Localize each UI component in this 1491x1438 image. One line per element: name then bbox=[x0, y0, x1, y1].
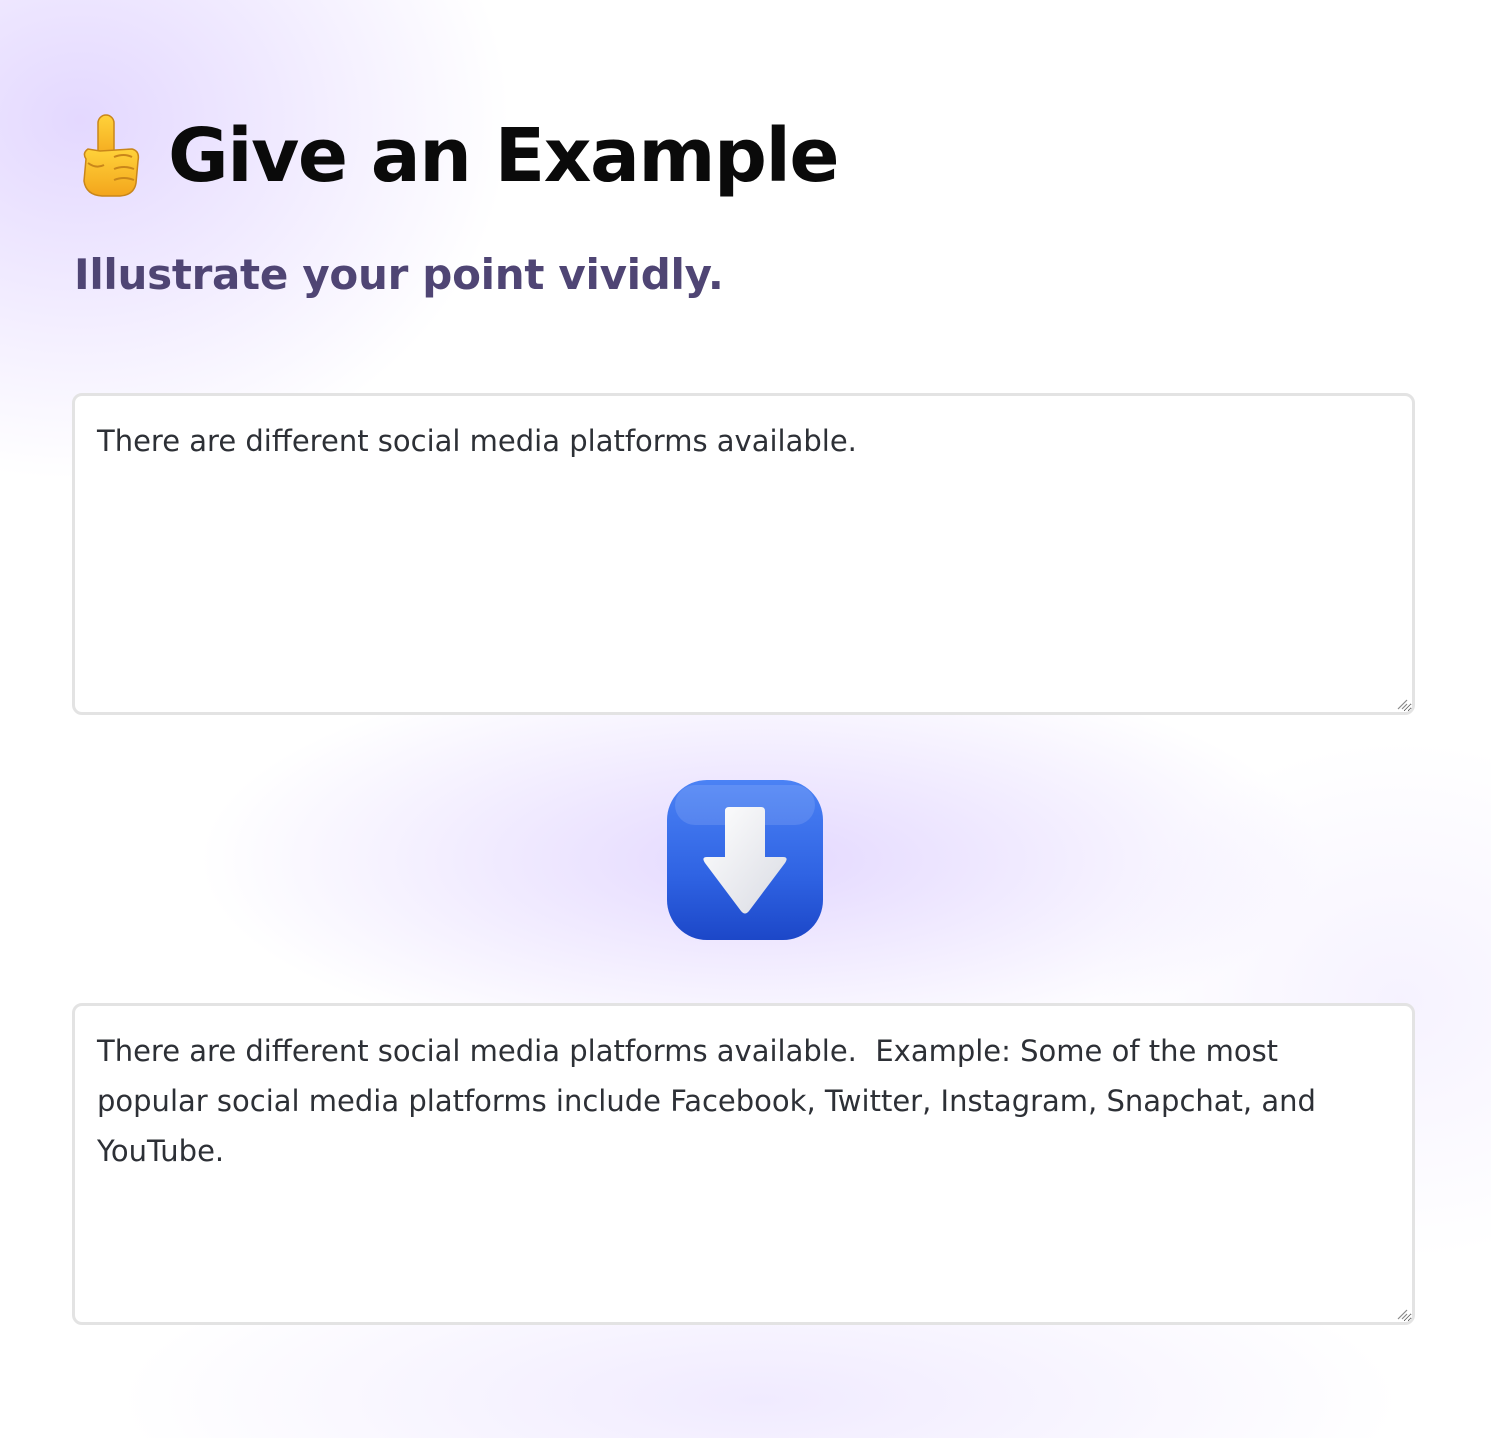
page-title: Give an Example bbox=[168, 113, 840, 199]
down-arrow-icon bbox=[665, 777, 825, 943]
title-row: Give an Example bbox=[74, 106, 840, 206]
index-pointing-up-icon bbox=[74, 113, 146, 199]
input-textarea[interactable]: There are different social media platfor… bbox=[72, 393, 1415, 715]
output-textarea[interactable]: There are different social media platfor… bbox=[72, 1003, 1415, 1325]
page-subtitle: Illustrate your point vividly. bbox=[74, 250, 724, 299]
